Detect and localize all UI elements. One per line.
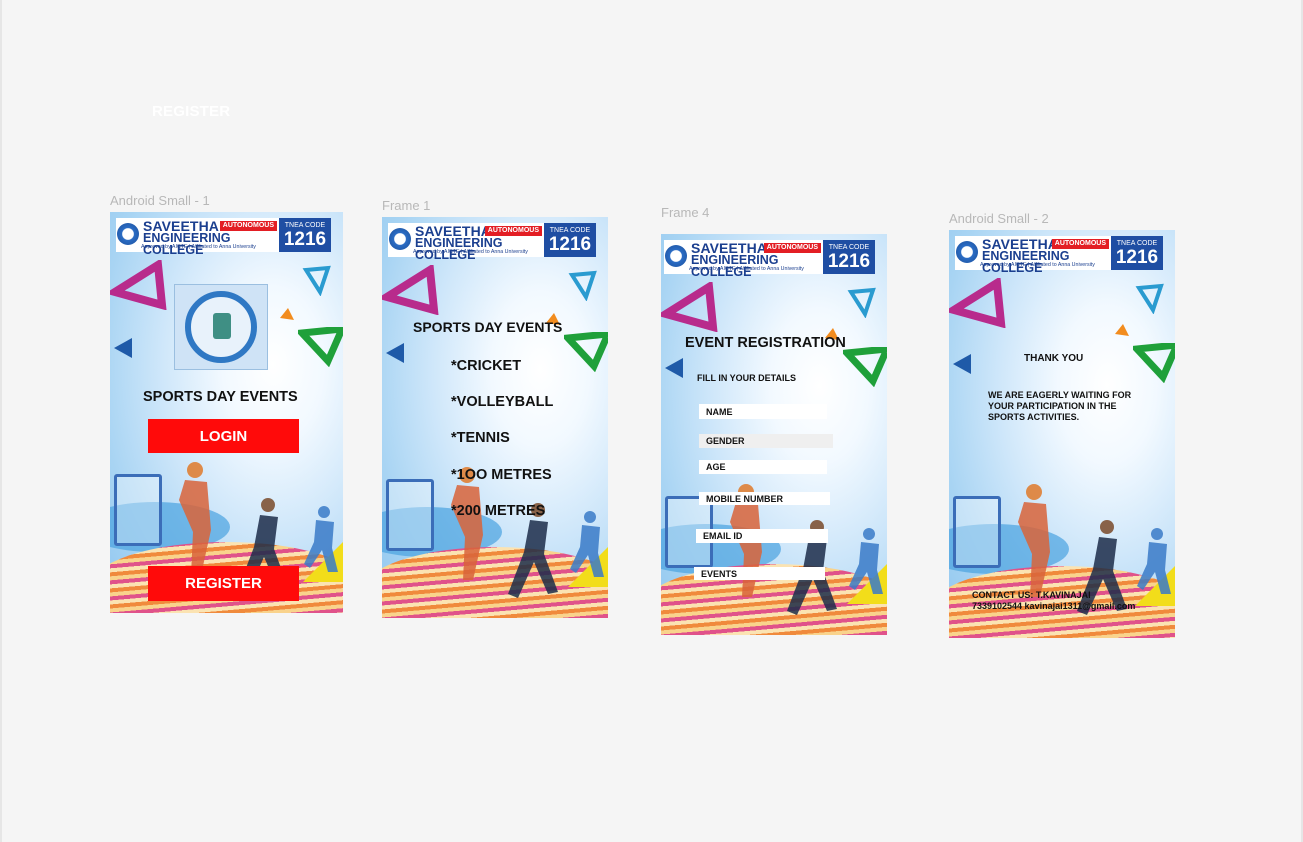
athlete-silhouette-icon xyxy=(570,511,604,577)
contact-line-1: CONTACT US: T.KAVINAJAI xyxy=(972,590,1091,600)
thank-you-heading: THANK YOU xyxy=(1024,353,1084,364)
triangle-decoration-icon xyxy=(1115,324,1129,336)
tnea-code-badge: TNEA CODE 1216 xyxy=(279,218,331,252)
triangle-decoration-icon xyxy=(1133,343,1175,383)
tnea-code: 1216 xyxy=(1115,246,1159,268)
sports-day-title: SPORTS DAY EVENTS xyxy=(413,319,563,335)
ghost-register-label[interactable]: REGISTER xyxy=(152,103,230,120)
athlete-silhouette-icon xyxy=(849,528,883,594)
athlete-silhouette-icon xyxy=(304,506,338,572)
autonomous-badge: AUTONOMOUS xyxy=(219,221,277,231)
event-registration-title: EVENT REGISTRATION xyxy=(685,335,846,351)
approval-line: Approved by AICTE | Affiliated to Anna U… xyxy=(141,244,256,250)
frame-label-frame-1[interactable]: Frame 1 xyxy=(382,198,430,213)
frame-label-frame-4[interactable]: Frame 4 xyxy=(661,205,709,220)
login-button[interactable]: LOGIN xyxy=(148,419,299,453)
events-field[interactable]: EVENTS xyxy=(694,567,825,580)
event-item-100-metres: *1OO METRES xyxy=(451,467,552,483)
triangle-decoration-icon xyxy=(382,265,439,315)
event-item-tennis: *TENNIS xyxy=(451,430,510,446)
participation-message: WE ARE EAGERLY WAITING FOR YOUR PARTICIP… xyxy=(988,390,1132,422)
email-id-field[interactable]: EMAIL ID xyxy=(696,529,828,543)
athlete-silhouette-icon xyxy=(1077,520,1127,615)
autonomous-badge: AUTONOMOUS xyxy=(484,226,542,236)
triangle-decoration-icon xyxy=(568,270,597,301)
frame-android-small-2[interactable]: SAVEETHA AUTONOMOUS ENGINEERING COLLEGE … xyxy=(949,230,1175,638)
college-seal-icon xyxy=(956,241,978,263)
triangle-decoration-icon xyxy=(564,332,608,372)
frame-event-registration[interactable]: SAVEETHA AUTONOMOUS ENGINEERING COLLEGE … xyxy=(661,234,887,635)
university-emblem-icon xyxy=(174,284,268,370)
event-item-200-metres: *200 METRES xyxy=(451,503,546,519)
triangle-decoration-icon xyxy=(661,282,718,332)
tnea-code: 1216 xyxy=(827,250,871,272)
college-seal-icon xyxy=(117,223,139,245)
sports-day-title: SPORTS DAY EVENTS xyxy=(143,389,298,405)
mobile-number-field[interactable]: MOBILE NUMBER xyxy=(699,492,830,505)
triangle-decoration-icon xyxy=(114,338,132,358)
tnea-code: 1216 xyxy=(283,228,327,250)
college-seal-icon xyxy=(665,245,687,267)
approval-line: Approved by AICTE | Affiliated to Anna U… xyxy=(980,262,1095,268)
autonomous-badge: AUTONOMOUS xyxy=(1051,239,1109,249)
triangle-decoration-icon xyxy=(386,343,404,363)
register-button[interactable]: REGISTER xyxy=(148,566,299,601)
triangle-decoration-icon xyxy=(280,308,294,320)
tnea-code-badge: TNEA CODE 1216 xyxy=(1111,236,1163,270)
athlete-silhouette-icon xyxy=(1018,484,1050,597)
triangle-decoration-icon xyxy=(949,278,1006,328)
tnea-code: 1216 xyxy=(548,233,592,255)
athlete-silhouette-icon xyxy=(1137,528,1171,594)
tnea-code-badge: TNEA CODE 1216 xyxy=(823,240,875,274)
athlete-silhouette-icon xyxy=(451,467,483,580)
basketball-hoop xyxy=(386,479,434,551)
college-seal-icon xyxy=(389,228,411,250)
college-header: SAVEETHA AUTONOMOUS ENGINEERING COLLEGE … xyxy=(955,236,1163,274)
approval-line: Approved by AICTE | Affiliated to Anna U… xyxy=(413,249,528,255)
triangle-decoration-icon xyxy=(665,358,683,378)
autonomous-badge: AUTONOMOUS xyxy=(763,243,821,253)
frame-events-list[interactable]: SAVEETHA AUTONOMOUS ENGINEERING COLLEGE … xyxy=(382,217,608,618)
gender-field[interactable]: GENDER xyxy=(699,434,833,448)
frame-label-android-small-1[interactable]: Android Small - 1 xyxy=(110,193,210,208)
name-field[interactable]: NAME xyxy=(699,404,827,419)
triangle-decoration-icon xyxy=(953,354,971,374)
triangle-decoration-icon xyxy=(110,260,167,310)
fill-details-subtitle: FILL IN YOUR DETAILS xyxy=(697,373,797,383)
triangle-decoration-icon xyxy=(298,327,343,367)
approval-line: Approved by AICTE | Affiliated to Anna U… xyxy=(689,266,804,272)
basketball-hoop xyxy=(114,474,162,546)
contact-line-2: 7339102544 kavinajai1311@gmail.com xyxy=(972,601,1136,611)
frame-label-android-small-2[interactable]: Android Small - 2 xyxy=(949,211,1049,226)
triangle-decoration-icon xyxy=(302,265,331,296)
college-header: SAVEETHA AUTONOMOUS ENGINEERING COLLEGE … xyxy=(116,218,331,256)
athlete-silhouette-icon xyxy=(179,462,211,575)
frame-android-small-1[interactable]: SAVEETHA AUTONOMOUS ENGINEERING COLLEGE … xyxy=(110,212,343,613)
tnea-code-badge: TNEA CODE 1216 xyxy=(544,223,596,257)
college-header: SAVEETHA AUTONOMOUS ENGINEERING COLLEGE … xyxy=(664,240,875,278)
college-header: SAVEETHA AUTONOMOUS ENGINEERING COLLEGE … xyxy=(388,223,596,261)
triangle-decoration-icon xyxy=(843,347,887,387)
triangle-decoration-icon xyxy=(1135,283,1164,314)
age-field[interactable]: AGE xyxy=(699,460,827,474)
event-item-cricket: *CRICKET xyxy=(451,358,522,374)
triangle-decoration-icon xyxy=(847,287,876,318)
canvas-left-edge xyxy=(0,0,2,842)
basketball-hoop xyxy=(953,496,1001,568)
event-item-volleyball: *VOLLEYBALL xyxy=(451,394,554,410)
